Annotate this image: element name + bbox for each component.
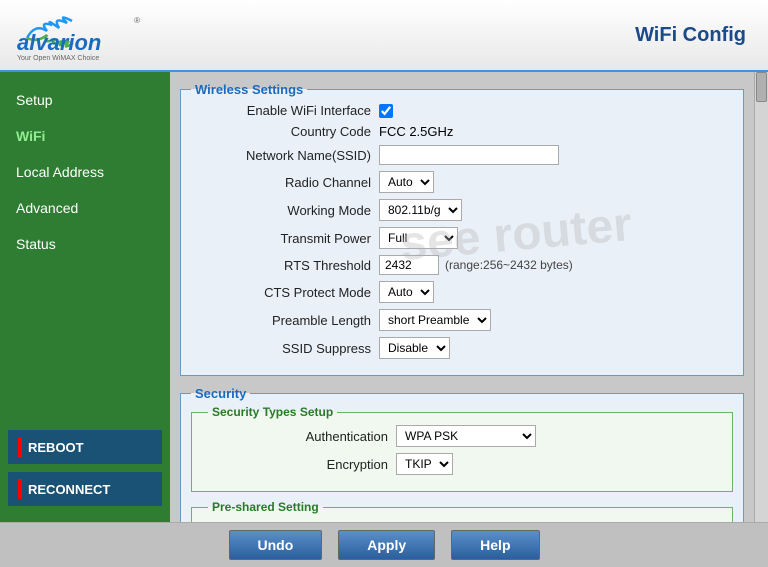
security-types-title: Security Types Setup [208, 405, 337, 419]
scrollbar-thumb[interactable] [756, 72, 767, 102]
cts-protect-label: CTS Protect Mode [191, 285, 371, 300]
country-code-row: Country Code FCC 2.5GHz [191, 124, 733, 139]
country-code-label: Country Code [191, 124, 371, 139]
cts-protect-select[interactable]: Auto On Off [379, 281, 434, 303]
apply-button[interactable]: Apply [338, 530, 435, 560]
auth-select[interactable]: WPA PSK WPA2 PSK None WEP [396, 425, 536, 447]
sidebar-item-wifi[interactable]: WiFi [0, 118, 170, 154]
alvarion-logo-icon: alvarion Your Open WiMAX Choice ® [12, 8, 142, 63]
ssid-suppress-select[interactable]: Disable Enable [379, 337, 450, 359]
enable-wifi-row: Enable WiFi Interface [191, 103, 733, 118]
sidebar-item-advanced[interactable]: Advanced [0, 190, 170, 226]
encryption-label: Encryption [208, 457, 388, 472]
preamble-select[interactable]: short Preamble long Preamble [379, 309, 491, 331]
radio-channel-label: Radio Channel [191, 175, 371, 190]
reboot-bar-icon [18, 437, 22, 457]
reconnect-button[interactable]: RECONNECT [8, 472, 162, 506]
rts-threshold-input[interactable] [379, 255, 439, 275]
content-area: see router Wireless Settings Enable WiFi… [170, 72, 754, 522]
ssid-suppress-row: SSID Suppress Disable Enable [191, 337, 733, 359]
transmit-power-row: Transmit Power Full Half Quarter Minimum [191, 227, 733, 249]
security-section-title: Security [191, 386, 250, 401]
working-mode-select[interactable]: 802.11b/g 802.11b 802.11g [379, 199, 462, 221]
help-button[interactable]: Help [451, 530, 539, 560]
svg-text:Your Open WiMAX Choice: Your Open WiMAX Choice [17, 55, 99, 62]
cts-protect-row: CTS Protect Mode Auto On Off [191, 281, 733, 303]
wireless-section-title: Wireless Settings [191, 82, 307, 97]
working-mode-row: Working Mode 802.11b/g 802.11b 802.11g [191, 199, 733, 221]
radio-channel-row: Radio Channel Auto 123 [191, 171, 733, 193]
transmit-power-select[interactable]: Full Half Quarter Minimum [379, 227, 458, 249]
preamble-row: Preamble Length short Preamble long Prea… [191, 309, 733, 331]
footer: Undo Apply Help [0, 522, 768, 567]
sidebar-item-setup[interactable]: Setup [0, 82, 170, 118]
ssid-suppress-label: SSID Suppress [191, 341, 371, 356]
reconnect-bar-icon [18, 479, 22, 499]
page-title: WiFi Config [635, 24, 746, 47]
network-name-input[interactable] [379, 145, 559, 165]
svg-text:®: ® [134, 16, 140, 25]
radio-channel-select[interactable]: Auto 123 [379, 171, 434, 193]
encryption-select[interactable]: TKIP AES [396, 453, 453, 475]
sidebar-item-status[interactable]: Status [0, 226, 170, 262]
auth-row: Authentication WPA PSK WPA2 PSK None WEP [208, 425, 716, 447]
sidebar: Setup WiFi Local Address Advanced Status… [0, 72, 170, 522]
reboot-button[interactable]: REBOOT [8, 430, 162, 464]
network-name-label: Network Name(SSID) [191, 148, 371, 163]
enable-wifi-label: Enable WiFi Interface [191, 103, 371, 118]
encryption-row: Encryption TKIP AES [208, 453, 716, 475]
rts-threshold-row: RTS Threshold (range:256~2432 bytes) [191, 255, 733, 275]
sidebar-item-local-address[interactable]: Local Address [0, 154, 170, 190]
svg-text:alvarion: alvarion [17, 30, 101, 55]
undo-button[interactable]: Undo [229, 530, 323, 560]
logo-area: alvarion Your Open WiMAX Choice ® [12, 8, 142, 63]
preamble-label: Preamble Length [191, 313, 371, 328]
pre-shared-title: Pre-shared Setting [208, 500, 323, 514]
transmit-power-label: Transmit Power [191, 231, 371, 246]
country-code-value: FCC 2.5GHz [379, 124, 453, 139]
rts-threshold-hint: (range:256~2432 bytes) [445, 258, 573, 272]
rts-threshold-label: RTS Threshold [191, 258, 371, 273]
network-name-row: Network Name(SSID) [191, 145, 733, 165]
auth-label: Authentication [208, 429, 388, 444]
header: alvarion Your Open WiMAX Choice ® WiFi C… [0, 0, 768, 72]
working-mode-label: Working Mode [191, 203, 371, 218]
enable-wifi-checkbox[interactable] [379, 104, 393, 118]
scrollbar[interactable] [754, 72, 768, 522]
